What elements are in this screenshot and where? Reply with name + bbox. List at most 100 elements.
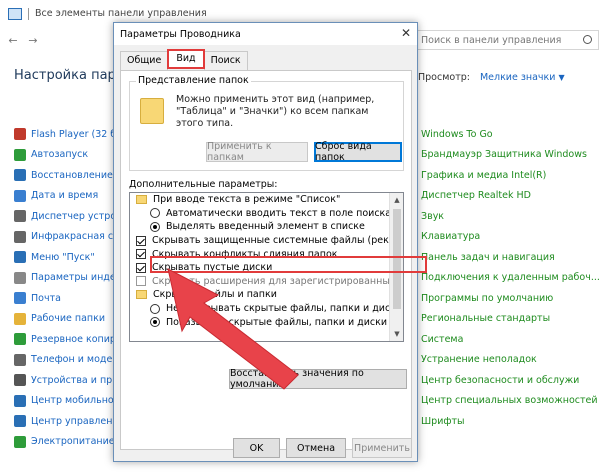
advanced-setting-row[interactable]: Выделять введенный элемент в списке <box>130 220 390 234</box>
control-panel-item-label[interactable]: Автозапуск <box>31 149 88 160</box>
apply-to-folders-button[interactable]: Применить к папкам <box>206 141 308 163</box>
control-panel-item-label[interactable]: Резервное копиро <box>31 334 122 345</box>
scroll-down-icon[interactable]: ▼ <box>390 327 403 341</box>
control-panel-item-label[interactable]: Устройства и прин <box>31 375 125 386</box>
control-panel-item-label[interactable]: Диспетчер устрой <box>31 211 122 222</box>
view-value[interactable]: Мелкие значки <box>480 72 556 83</box>
control-panel-item-label[interactable]: Графика и медиа Intel(R) <box>421 170 546 181</box>
reset-folders-button[interactable]: Сброс вида папок <box>314 141 402 163</box>
control-panel-item-label[interactable]: Меню "Пуск" <box>31 252 95 263</box>
radio-button[interactable] <box>150 221 160 232</box>
ok-button[interactable]: OK <box>233 438 280 458</box>
control-panel-item-label[interactable]: Система <box>421 334 463 345</box>
forward-arrow-icon[interactable]: → <box>26 34 40 47</box>
control-panel-right-item[interactable]: Подключения к удаленным рабоч... <box>404 268 600 289</box>
search-icon[interactable] <box>583 35 592 44</box>
control-panel-right-item[interactable]: Система <box>404 329 600 350</box>
control-panel-item-label[interactable]: Почта <box>31 293 61 304</box>
control-panel-icon <box>8 7 22 20</box>
control-panel-item-label[interactable]: Центр специальных возможностей <box>421 395 598 406</box>
apply-button[interactable]: Применить <box>352 438 412 458</box>
control-panel-item-label[interactable]: Телефон и модем <box>31 354 119 365</box>
control-panel-right-item[interactable]: Звук <box>404 206 600 227</box>
control-panel-item-label[interactable]: Клавиатура <box>421 231 480 242</box>
control-panel-item-label[interactable]: Центр мобильност <box>31 395 124 406</box>
folder-icon <box>136 195 147 205</box>
dialog-titlebar: Параметры Проводника <box>114 23 417 45</box>
control-panel-item-icon <box>14 415 26 428</box>
back-arrow-icon[interactable]: ← <box>6 34 20 47</box>
radio-button[interactable] <box>150 317 160 328</box>
control-panel-item-label[interactable]: Электропитание <box>31 436 115 447</box>
tab-view[interactable]: Вид <box>167 49 205 69</box>
control-panel-right-item[interactable]: Диспетчер Realtek HD <box>404 186 600 207</box>
control-panel-item-label[interactable]: Устранение неполадок <box>421 354 537 365</box>
control-panel-item-label[interactable]: Дата и время <box>31 190 98 201</box>
control-panel-item-label[interactable]: Windows To Go <box>421 129 493 140</box>
tab-search[interactable]: Поиск <box>203 51 248 71</box>
control-panel-item-label[interactable]: Центр безопасности и обслужи <box>421 375 579 386</box>
close-icon[interactable]: ✕ <box>401 26 411 40</box>
control-panel-item-icon <box>14 210 26 223</box>
tab-general[interactable]: Общие <box>120 51 169 71</box>
control-panel-item-label[interactable]: Региональные стандарты <box>421 313 550 324</box>
control-panel-item-icon <box>14 189 26 202</box>
folder-view-group-label: Представление папок <box>136 75 251 86</box>
chevron-down-icon[interactable]: ▼ <box>558 73 564 82</box>
control-panel-item-label[interactable]: Подключения к удаленным рабоч... <box>421 272 600 283</box>
folder-icon <box>136 290 147 300</box>
control-panel-item-icon <box>14 435 26 448</box>
control-panel-item-icon <box>14 292 26 305</box>
control-panel-right-item[interactable]: Клавиатура <box>404 227 600 248</box>
control-panel-item-label[interactable]: Центр управления <box>31 416 124 427</box>
control-panel-item-icon <box>14 353 26 366</box>
folder-options-dialog: Параметры Проводника ✕ Общие Вид Поиск П… <box>113 22 418 462</box>
checkbox[interactable] <box>136 235 146 246</box>
control-panel-item-label[interactable]: Панель задач и навигация <box>421 252 555 263</box>
control-panel-item-icon <box>14 169 26 182</box>
checkbox[interactable] <box>136 262 146 273</box>
dialog-title: Параметры Проводника <box>120 28 241 40</box>
control-panel-item-icon <box>14 374 26 387</box>
control-panel-right-item[interactable]: Шрифты <box>404 411 600 432</box>
folder-view-group: Представление папок Можно применить этот… <box>129 75 404 171</box>
control-panel-right-item[interactable]: Windows To Go <box>404 124 600 145</box>
control-panel-item-icon <box>14 128 26 141</box>
checkbox[interactable] <box>136 276 146 287</box>
control-panel-right-item[interactable]: Устранение неполадок <box>404 350 600 371</box>
control-panel-right-item[interactable]: Программы по умолчанию <box>404 288 600 309</box>
control-panel-right-item[interactable]: Графика и медиа Intel(R) <box>404 165 600 186</box>
scroll-up-icon[interactable]: ▲ <box>390 193 403 207</box>
control-panel-item-label[interactable]: Диспетчер Realtek HD <box>421 190 531 201</box>
control-panel-item-label[interactable]: Восстановление <box>31 170 113 181</box>
control-panel-right-item[interactable]: Брандмауэр Защитника Windows <box>404 145 600 166</box>
control-panel-item-label[interactable]: Звук <box>421 211 444 222</box>
folder-view-description: Можно применить этот вид (например, "Таб… <box>176 94 375 129</box>
advanced-setting-row[interactable]: Автоматически вводить текст в поле поиск… <box>130 207 392 221</box>
control-panel-right-item[interactable]: Панель задач и навигация <box>404 247 600 268</box>
checkbox[interactable] <box>136 249 146 260</box>
control-panel-item-label[interactable]: Рабочие папки <box>31 313 105 324</box>
advanced-setting-label: Автоматически вводить текст в поле поиск… <box>166 207 392 219</box>
tab-bar: Общие Вид Поиск <box>120 49 248 71</box>
advanced-setting-row[interactable]: Скрывать защищенные системные файлы (рек… <box>130 234 403 248</box>
control-panel-right-item[interactable]: Региональные стандарты <box>404 309 600 330</box>
radio-button[interactable] <box>150 303 160 314</box>
view-selector[interactable]: Просмотр: Мелкие значки ▼ <box>418 72 565 83</box>
search-input[interactable]: Поиск в панели управления <box>414 30 599 50</box>
control-panel-item-label[interactable]: Шрифты <box>421 416 465 427</box>
pointer-arrow-icon <box>167 268 299 390</box>
cancel-button[interactable]: Отмена <box>286 438 346 458</box>
advanced-setting-label: Выделять введенный элемент в списке <box>166 221 365 233</box>
control-panel-right-item[interactable]: Центр специальных возможностей <box>404 391 600 412</box>
titlebar-separator <box>28 7 29 20</box>
radio-button[interactable] <box>150 208 160 219</box>
control-panel-item-icon <box>14 312 26 325</box>
control-panel-item-label[interactable]: Брандмауэр Защитника Windows <box>421 149 587 160</box>
advanced-setting-row: При вводе текста в режиме "Список" <box>130 193 390 207</box>
control-panel-item-icon <box>14 394 26 407</box>
control-panel-item-label[interactable]: Программы по умолчанию <box>421 293 553 304</box>
control-panel-right-item[interactable]: Центр безопасности и обслужи <box>404 370 600 391</box>
control-panel-item-icon <box>14 251 26 264</box>
control-panel-item-icon <box>14 271 26 284</box>
